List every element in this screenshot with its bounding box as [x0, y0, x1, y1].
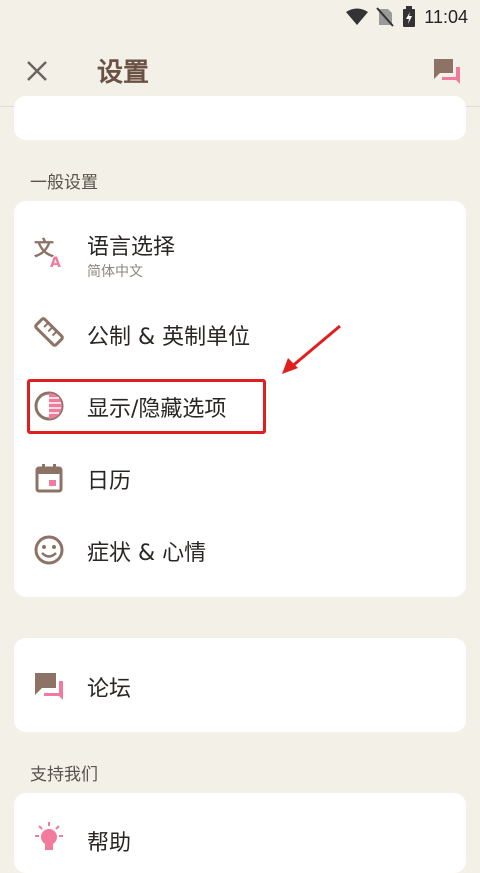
- symptoms-mood-label: 症状 & 心情: [87, 541, 207, 566]
- page-title: 设置: [97, 58, 150, 88]
- section-header-general: 一般设置: [30, 173, 98, 193]
- previous-card: [14, 96, 466, 140]
- units-setting[interactable]: 公制 & 英制单位: [14, 301, 466, 365]
- calendar-setting[interactable]: 日历: [14, 445, 466, 509]
- forum-label: 论坛: [87, 677, 132, 702]
- help-label: 帮助: [87, 831, 132, 856]
- translate-icon: 文 A: [34, 236, 61, 269]
- language-value: 简体中文: [87, 264, 143, 280]
- status-bar: 11:04: [0, 0, 480, 36]
- help-item[interactable]: 帮助: [14, 807, 466, 871]
- section-header-support: 支持我们: [30, 765, 98, 785]
- close-icon[interactable]: [22, 56, 52, 86]
- units-label: 公制 & 英制单位: [87, 325, 251, 350]
- forum-card: 论坛: [14, 638, 466, 732]
- no-sim-icon: [376, 7, 395, 27]
- calendar-icon: [35, 464, 63, 493]
- annotation-highlight-box: [27, 379, 266, 434]
- annotation-arrow: [282, 324, 341, 374]
- support-card: 帮助: [14, 793, 466, 873]
- wifi-icon: [346, 8, 369, 25]
- language-label: 语言选择: [87, 235, 176, 260]
- calendar-label: 日历: [87, 469, 132, 494]
- svg-text:A: A: [50, 255, 61, 269]
- forum-item[interactable]: 论坛: [14, 653, 466, 717]
- battery-charging-icon: [403, 6, 416, 27]
- forum-icon: [35, 673, 63, 700]
- symptoms-mood-setting[interactable]: 症状 & 心情: [14, 517, 466, 581]
- clock: 11:04: [424, 6, 468, 27]
- language-setting[interactable]: 文 A 语言选择 简体中文: [14, 215, 466, 285]
- ruler-icon: [34, 317, 64, 347]
- forum-icon[interactable]: [432, 56, 462, 86]
- smiley-icon: [34, 535, 64, 565]
- lightbulb-icon: [35, 822, 63, 850]
